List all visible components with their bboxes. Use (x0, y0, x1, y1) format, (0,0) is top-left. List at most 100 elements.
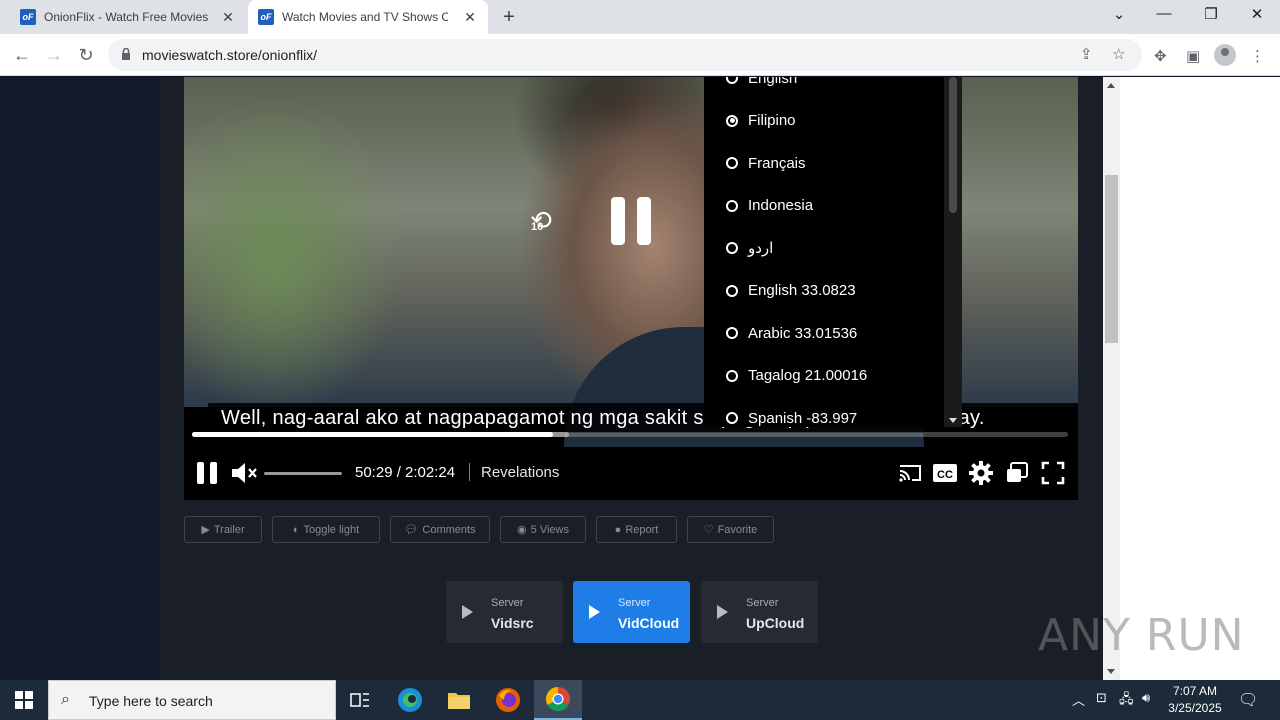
tray-chevron-icon[interactable]: ︿ (1072, 690, 1085, 709)
svg-text:CC: CC (937, 469, 953, 481)
video-player[interactable]: ⟲ 10 Well, nag-aaral ako at nagpapagamot … (184, 77, 1078, 500)
picture-in-picture-icon[interactable] (1004, 460, 1030, 486)
subtitle-option-label: اردو (748, 240, 774, 257)
menu-scroll-down-icon[interactable] (949, 418, 957, 423)
subtitle-option[interactable]: Arabic 33.01536 (704, 312, 944, 354)
restore-icon[interactable]: ❐ (1197, 5, 1225, 23)
subtitle-option[interactable]: Français (704, 142, 944, 184)
toggle-light-button[interactable]: ◐ Toggle light (272, 516, 380, 543)
subtitle-option[interactable]: English (704, 77, 944, 99)
search-placeholder: Type here to search (89, 693, 213, 709)
scroll-down-icon[interactable] (1107, 669, 1115, 674)
subtitle-option[interactable]: English 33.0823 (704, 270, 944, 312)
play-icon (717, 605, 728, 619)
toggle-light-label: Toggle light (303, 523, 360, 536)
windows-start-icon[interactable] (0, 680, 48, 720)
tray-device-icon[interactable]: ⊡ (1096, 690, 1107, 706)
task-view-icon[interactable] (336, 680, 384, 720)
taskbar-search-box[interactable]: ⌕ Type here to search (48, 680, 336, 720)
browser-tab-onionflix[interactable]: oF OnionFlix - Watch Free Movies & ✕ (10, 0, 246, 34)
subtitle-option-label: Arabic 33.01536 (748, 324, 858, 342)
server-vidsrc-button[interactable]: Server Vidsrc (446, 581, 563, 643)
back-arrow-icon[interactable]: ← (9, 42, 35, 68)
subtitle-option[interactable]: Spanish -83.997 (704, 397, 944, 439)
extensions-puzzle-icon[interactable]: ✥ (1154, 47, 1167, 65)
cast-icon[interactable] (897, 460, 923, 486)
trailer-label: Trailer (213, 523, 245, 536)
chapter-title: Revelations (481, 464, 560, 481)
favorite-button[interactable]: ♡ Favorite (687, 516, 774, 543)
subtitle-option[interactable]: Indonesia (704, 185, 944, 227)
address-bar[interactable]: movieswatch.store/onionflix/ ⇪ ☆ (108, 39, 1142, 71)
radio-icon (726, 199, 738, 212)
profile-avatar-icon[interactable] (1214, 44, 1236, 66)
close-tab-icon[interactable]: ✕ (220, 9, 236, 25)
comment-icon: 💬︎ (404, 524, 419, 536)
page-scrollbar[interactable] (1103, 77, 1120, 680)
clock-date: 3/25/2025 (1168, 701, 1222, 715)
subtitle-option[interactable]: Filipino (704, 100, 944, 142)
page-scroll-thumb[interactable] (1105, 175, 1118, 343)
captions-cc-icon[interactable]: CC (932, 460, 958, 486)
play-icon (462, 605, 473, 619)
subtitle-option-label: Indonesia (748, 197, 814, 214)
rewind-10-icon[interactable]: ⟲ 10 (524, 205, 558, 239)
menu-scrollbar[interactable] (944, 77, 962, 427)
contrast-icon: ◐ (292, 523, 300, 536)
time-display: 50:29 / 2:02:24 (355, 464, 456, 481)
volume-icon[interactable]: 🔊︎ (1142, 690, 1150, 706)
notifications-icon[interactable]: 🗨︎ (1238, 690, 1258, 710)
chrome-icon[interactable] (534, 680, 582, 720)
file-explorer-icon[interactable] (435, 680, 483, 720)
close-tab-icon[interactable]: ✕ (462, 9, 478, 25)
subtitle-option-label: English 33.0823 (748, 282, 856, 299)
settings-gear-icon[interactable] (968, 460, 994, 486)
browser-tab-active[interactable]: oF Watch Movies and TV Shows On ✕ (248, 0, 488, 34)
side-panel-icon[interactable]: ▣ (1186, 47, 1200, 65)
firefox-icon[interactable] (484, 680, 532, 720)
center-pause-icon[interactable] (611, 197, 651, 245)
edge-browser-icon[interactable] (386, 680, 434, 720)
bookmark-star-icon[interactable]: ☆ (1112, 45, 1125, 63)
forward-arrow-icon[interactable]: → (41, 42, 67, 68)
system-clock[interactable]: 7:07 AM 3/25/2025 (1160, 683, 1230, 717)
divider (469, 463, 470, 481)
menu-scroll-thumb[interactable] (949, 77, 957, 213)
server-caption: Server (746, 597, 779, 609)
subtitle-option-label: English (748, 77, 798, 87)
trailer-button[interactable]: ▶ Trailer (184, 516, 262, 543)
more-menu-icon[interactable]: ⋮ (1250, 47, 1265, 65)
blank-margin (1120, 77, 1280, 680)
tab-title: Watch Movies and TV Shows On (282, 10, 448, 24)
radio-selected-icon (726, 114, 738, 127)
radio-icon (726, 284, 738, 297)
server-caption: Server (491, 597, 524, 609)
heart-icon: ♡ (703, 524, 714, 536)
radio-icon (726, 412, 738, 424)
subtitle-option[interactable]: اردو (704, 227, 944, 269)
minimize-icon[interactable]: — (1150, 5, 1178, 22)
rewind-label: 10 (531, 221, 544, 233)
network-icon[interactable]: 🖧︎ (1119, 690, 1134, 712)
fullscreen-icon[interactable] (1040, 460, 1066, 486)
clock-time: 7:07 AM (1172, 684, 1218, 698)
report-button[interactable]: ● Report (596, 516, 677, 543)
pause-button-icon[interactable] (197, 462, 219, 484)
window-close-icon[interactable]: ✕ (1243, 5, 1271, 23)
share-icon[interactable]: ⇪ (1080, 45, 1093, 63)
server-caption: Server (618, 597, 651, 609)
new-tab-plus-icon[interactable]: + (498, 6, 520, 29)
views-button[interactable]: ◉ 5 Views (500, 516, 586, 543)
subtitle-language-menu[interactable]: English Filipino Français Indonesia اردو Engl… (704, 77, 962, 427)
server-upcloud-button[interactable]: Server UpCloud (701, 581, 818, 643)
volume-slider[interactable] (264, 472, 342, 475)
server-name: VidCloud (618, 615, 680, 631)
comments-button[interactable]: 💬︎ Comments (390, 516, 490, 543)
tab-search-chevron-icon[interactable]: ⌄ (1105, 5, 1133, 23)
scroll-up-icon[interactable] (1107, 83, 1115, 88)
muted-speaker-icon[interactable] (230, 461, 260, 485)
comments-label: Comments (422, 523, 476, 536)
reload-icon[interactable]: ↻ (73, 42, 99, 68)
subtitle-option[interactable]: Tagalog 21.00016 (704, 355, 944, 397)
server-vidcloud-button[interactable]: Server VidCloud (573, 581, 690, 643)
